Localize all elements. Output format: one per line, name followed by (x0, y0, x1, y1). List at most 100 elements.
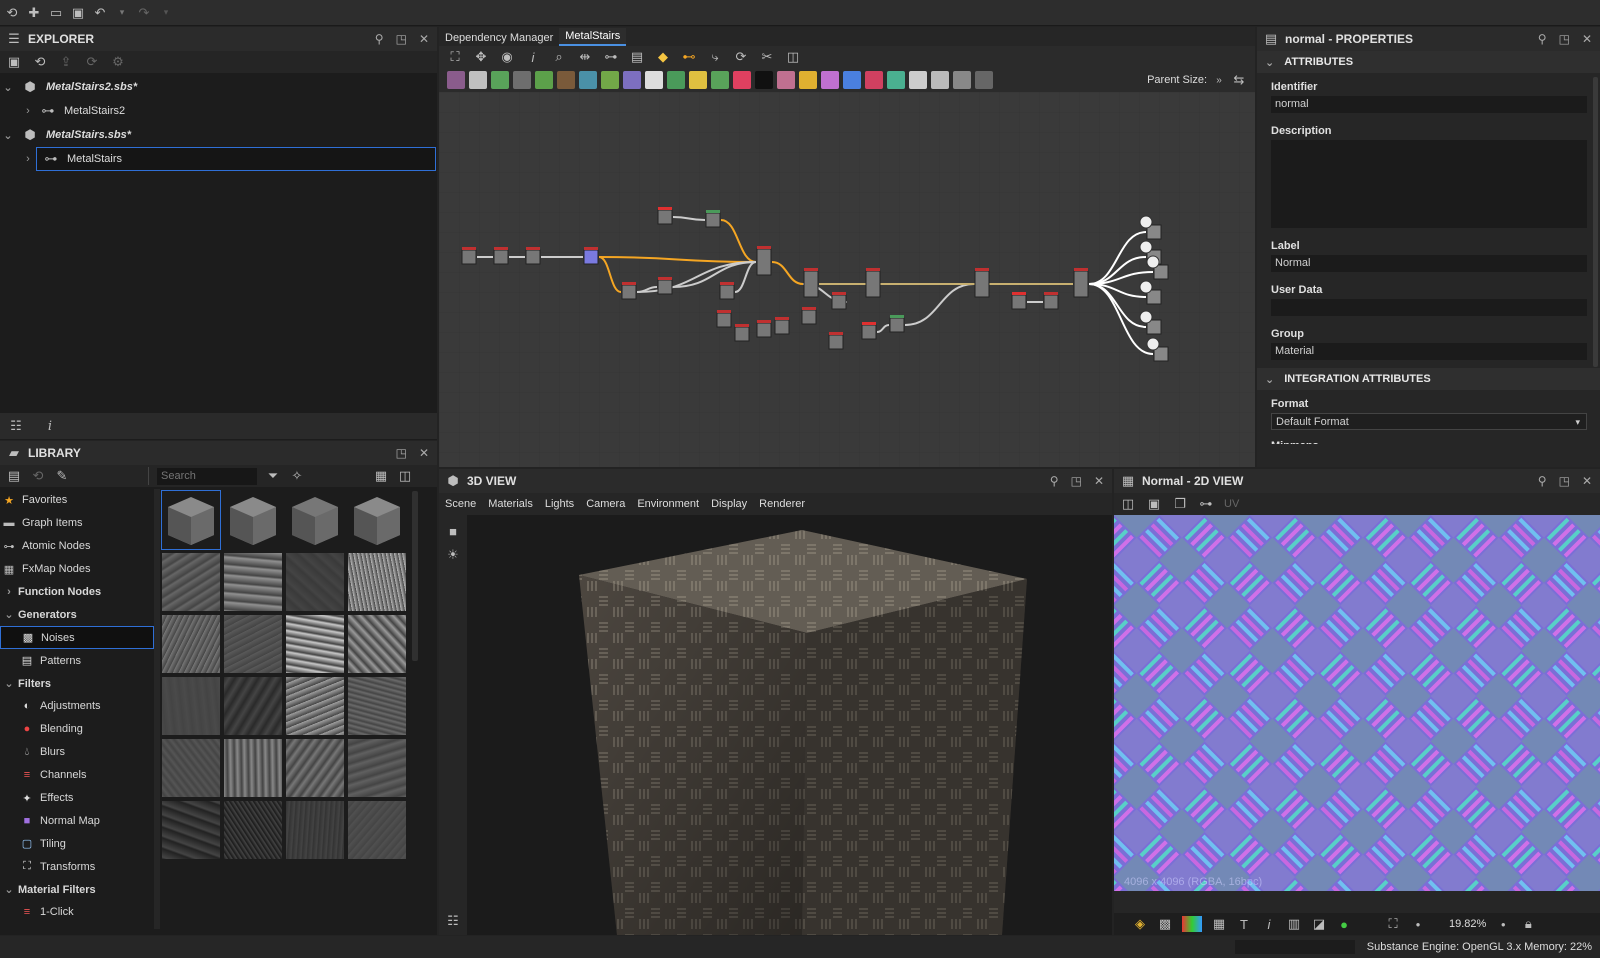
chevron-down-icon[interactable]: ▾ (158, 5, 174, 21)
graph-node[interactable] (657, 277, 673, 295)
integration-attributes-section[interactable]: ⌄ INTEGRATION ATTRIBUTES (1257, 368, 1600, 390)
export-icon[interactable]: ⇪ (58, 54, 74, 70)
node-palette-button[interactable] (931, 71, 949, 89)
library-thumbnail[interactable] (348, 739, 406, 797)
node-palette-button[interactable] (557, 71, 575, 89)
chevron-down-icon[interactable]: ⌄ (1265, 56, 1274, 69)
library-thumbnail[interactable] (162, 739, 220, 797)
library-thumbnail[interactable] (286, 739, 344, 797)
color-wheel-icon[interactable]: ● (1336, 916, 1352, 932)
node-palette-button[interactable] (513, 71, 531, 89)
menu-scene[interactable]: Scene (445, 498, 476, 510)
tab-metalstairs[interactable]: MetalStairs (559, 28, 627, 46)
pin-icon[interactable]: ⚲ (1538, 32, 1547, 46)
tree-package-row[interactable]: ⌄ ⬢ MetalStairs2.sbs* (0, 75, 437, 99)
chevron-down-icon[interactable]: ⌄ (0, 81, 16, 94)
undock-icon[interactable]: ◳ (396, 446, 407, 460)
graph-node[interactable] (583, 247, 599, 265)
chevron-right-icon[interactable]: › (20, 105, 36, 117)
reload-icon[interactable]: ⟳ (84, 54, 100, 70)
library-thumbnail[interactable] (286, 491, 344, 549)
library-category-fxmap-nodes[interactable]: ▦ FxMap Nodes (0, 558, 154, 581)
node-palette-button[interactable] (623, 71, 641, 89)
3d-viewport[interactable] (467, 515, 1112, 935)
undock-icon[interactable]: ◳ (1559, 32, 1570, 46)
toggle-icon[interactable]: ⇆ (1231, 72, 1247, 88)
settings-icon[interactable]: ⚙ (110, 54, 126, 70)
new-package-icon[interactable]: ✚ (26, 5, 42, 21)
tab-dependency-manager[interactable]: Dependency Manager (439, 30, 559, 46)
library-category-favorites[interactable]: ★ Favorites (0, 489, 154, 512)
undock-icon[interactable]: ◳ (396, 32, 407, 46)
align-icon[interactable]: ⇹ (577, 49, 593, 65)
menu-renderer[interactable]: Renderer (759, 498, 805, 510)
graph-node[interactable] (774, 317, 790, 335)
library-category-blurs[interactable]: 💧︎ Blurs (0, 741, 154, 764)
library-category-noises[interactable]: ▩ Noises (0, 626, 154, 650)
search-icon[interactable]: ⌕ (551, 49, 567, 65)
library-thumbnail[interactable] (224, 739, 282, 797)
graph-node[interactable] (803, 268, 819, 298)
graph-layout-icon[interactable]: ⊶ (603, 49, 619, 65)
hierarchy-icon[interactable]: ☷ (445, 913, 461, 929)
node-palette-button[interactable] (579, 71, 597, 89)
library-category-function-nodes[interactable]: › Function Nodes (0, 581, 154, 604)
close-icon[interactable]: ✕ (1582, 32, 1592, 46)
refresh-icon[interactable]: ⟲ (30, 468, 46, 484)
node-palette-button[interactable] (711, 71, 729, 89)
chevron-right-icon[interactable]: › (0, 586, 18, 598)
library-category-tiling[interactable]: ▢ Tiling (0, 832, 154, 855)
zoom-level[interactable]: 19.82% (1449, 918, 1486, 930)
node-palette-button[interactable] (799, 71, 817, 89)
node-palette-button[interactable] (755, 71, 773, 89)
library-category-channels[interactable]: ≡ Channels (0, 764, 154, 787)
library-category-filters[interactable]: ⌄ Filters (0, 672, 154, 695)
library-search-input[interactable] (157, 467, 257, 485)
scrollbar[interactable] (412, 491, 418, 661)
connector-icon[interactable]: ⤷ (707, 49, 723, 65)
library-category-graph-items[interactable]: ▬ Graph Items (0, 512, 154, 535)
graph-node[interactable] (861, 322, 877, 340)
graph-node[interactable] (461, 247, 477, 265)
pin-icon[interactable]: ⚲ (1050, 474, 1059, 488)
chevron-right-icon[interactable]: » (1211, 72, 1227, 88)
tree-selected-item[interactable]: ⊶ MetalStairs (36, 147, 436, 171)
new-substance-icon[interactable]: ⟲ (4, 5, 20, 21)
chevron-down-icon[interactable]: ⌄ (1265, 373, 1274, 386)
export-icon[interactable]: ◫ (1120, 496, 1136, 512)
node-palette-button[interactable] (953, 71, 971, 89)
tree-graph-row[interactable]: › ⊶ MetalStairs (0, 147, 437, 171)
refresh-icon[interactable]: ⟳ (733, 49, 749, 65)
library-thumbnail[interactable] (348, 677, 406, 735)
chevron-down-icon[interactable]: ⌄ (0, 883, 18, 896)
library-thumbnail[interactable] (224, 801, 282, 859)
node-palette-button[interactable] (447, 71, 465, 89)
library-thumbnail[interactable] (162, 615, 220, 673)
scrollbar[interactable] (1593, 77, 1598, 367)
fit-icon[interactable]: ⛶ (1385, 916, 1401, 932)
chevron-down-icon[interactable]: ⌄ (0, 677, 18, 690)
library-category-effects[interactable]: ✦ Effects (0, 787, 154, 810)
node-palette-button[interactable] (909, 71, 927, 89)
layers-icon[interactable]: ◈ (1132, 916, 1148, 932)
graph-node[interactable] (716, 310, 732, 328)
node-palette-button[interactable] (667, 71, 685, 89)
graph-node[interactable] (525, 247, 541, 265)
library-category-material-filters[interactable]: ⌄ Material Filters (0, 878, 154, 901)
graph-node[interactable] (889, 315, 905, 333)
rgb-channels-icon[interactable] (1182, 916, 1202, 932)
description-field[interactable] (1271, 140, 1587, 228)
undo-icon[interactable]: ↶ (92, 5, 108, 21)
camera-icon[interactable]: ■ (445, 523, 461, 539)
menu-lights[interactable]: Lights (545, 498, 574, 510)
identifier-field[interactable]: normal (1271, 96, 1587, 113)
node-palette-button[interactable] (865, 71, 883, 89)
library-thumbnail[interactable] (162, 801, 220, 859)
chevron-down-icon[interactable]: ⌄ (0, 608, 18, 621)
histogram-icon[interactable]: ▥ (1286, 916, 1302, 932)
library-thumbnail[interactable] (286, 615, 344, 673)
graph-node[interactable] (621, 282, 637, 300)
tree-package-row[interactable]: ⌄ ⬢ MetalStairs.sbs* (0, 123, 437, 147)
text-transform-icon[interactable]: T (1236, 916, 1252, 932)
library-thumbnail[interactable] (224, 677, 282, 735)
